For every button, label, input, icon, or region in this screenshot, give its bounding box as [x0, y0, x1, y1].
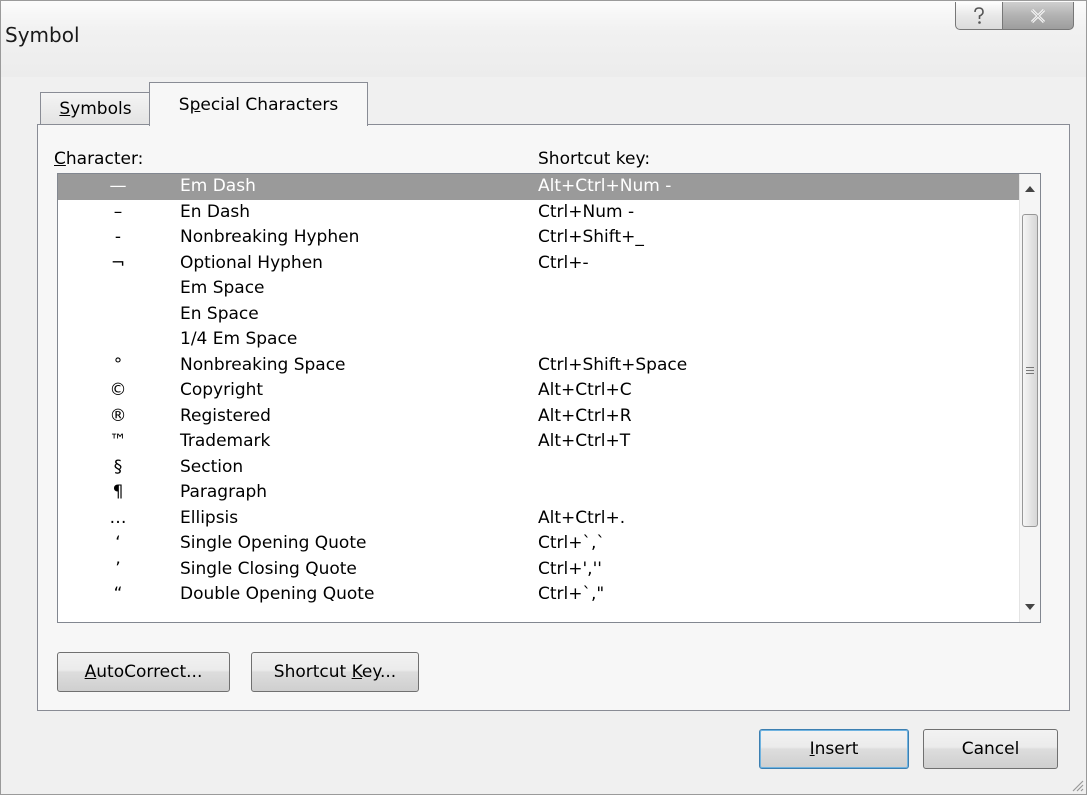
character-column-header: Character:	[54, 149, 144, 169]
name-cell: Registered	[180, 405, 271, 426]
name-cell: En Dash	[180, 201, 251, 222]
character-cell: °	[113, 354, 123, 375]
tab-symbols[interactable]: Symbols	[40, 92, 150, 125]
shortcut-cell: Alt+Ctrl+T	[538, 431, 631, 451]
title-bar[interactable]: Symbol	[1, 1, 1086, 77]
tab-special-characters-label: Special Characters	[178, 94, 339, 115]
vertical-scrollbar[interactable]	[1019, 174, 1040, 622]
list-item[interactable]: ’ Single Closing Quote Ctrl+',''	[58, 557, 1020, 583]
name-cell: Nonbreaking Hyphen	[180, 227, 360, 247]
list-item[interactable]: ® Registered Alt+Ctrl+R	[58, 404, 1020, 430]
scroll-thumb[interactable]	[1022, 214, 1038, 527]
name-cell: Optional Hyphen	[180, 252, 323, 273]
close-button[interactable]	[1002, 2, 1074, 30]
name-cell: En Space	[180, 303, 259, 324]
insert-button-label: Insert	[809, 739, 859, 759]
shortcut-key-button[interactable]: Shortcut Key...	[251, 652, 419, 692]
character-cell: ™	[109, 431, 127, 451]
character-cell: ‘	[115, 533, 121, 553]
name-cell: Copyright	[180, 380, 264, 400]
window-title: Symbol	[5, 23, 80, 47]
list-item[interactable]: § Section	[58, 455, 1020, 481]
shortcut-cell: Alt+Ctrl+R	[538, 405, 632, 426]
character-cell: “	[113, 584, 123, 604]
help-button[interactable]	[955, 2, 1003, 30]
list-rows: — Em Dash Alt+Ctrl+Num - – En Dash Ctrl+Num -…	[58, 174, 1020, 608]
tab-symbols-label: Symbols	[59, 99, 132, 119]
shortcut-cell: Alt+Ctrl+.	[538, 507, 626, 528]
chevron-up-icon	[1025, 186, 1035, 192]
scroll-up-arrow[interactable]	[1020, 178, 1040, 200]
insert-button[interactable]: Insert	[759, 729, 909, 769]
special-characters-list[interactable]: — Em Dash Alt+Ctrl+Num - – En Dash Ctrl+Num -…	[57, 173, 1041, 623]
character-cell: ¶	[112, 482, 124, 502]
shortcut-cell: Alt+Ctrl+C	[538, 380, 632, 400]
name-cell: Single Closing Quote	[180, 558, 357, 579]
name-cell: Double Opening Quote	[180, 584, 375, 604]
shortcut-column-header: Shortcut key:	[538, 149, 651, 169]
shortcut-cell: Ctrl+Num -	[538, 201, 635, 222]
list-item[interactable]: - Nonbreaking Hyphen Ctrl+Shift+_	[58, 225, 1020, 251]
list-item[interactable]: – En Dash Ctrl+Num -	[58, 200, 1020, 226]
chevron-down-icon	[1025, 604, 1035, 610]
character-cell: ®	[109, 405, 127, 426]
shortcut-cell: Ctrl+`,"	[538, 584, 605, 604]
shortcut-cell: Alt+Ctrl+Num -	[538, 176, 672, 196]
shortcut-cell: Ctrl+`,`	[538, 533, 605, 553]
grip-icon	[1026, 367, 1034, 374]
autocorrect-button[interactable]: AutoCorrect...	[57, 652, 230, 692]
character-cell: ©	[109, 380, 127, 400]
name-cell: Paragraph	[180, 482, 268, 502]
list-item[interactable]: — Em Dash Alt+Ctrl+Num -	[58, 174, 1020, 200]
character-cell: -	[114, 227, 122, 247]
name-cell: Trademark	[180, 431, 271, 451]
shortcut-cell: Ctrl+Shift+_	[538, 227, 644, 247]
character-cell: …	[109, 507, 127, 528]
symbol-dialog: Symbol Symbols Special Characters Charac…	[0, 0, 1087, 795]
list-item[interactable]: ° Nonbreaking Space Ctrl+Shift+Space	[58, 353, 1020, 379]
name-cell: Single Opening Quote	[180, 533, 367, 553]
name-cell: Em Space	[180, 278, 265, 298]
resize-grip-icon[interactable]	[1070, 778, 1084, 792]
character-cell: —	[109, 176, 127, 196]
list-item[interactable]: Em Space	[58, 276, 1020, 302]
cancel-button-label: Cancel	[961, 739, 1020, 759]
autocorrect-button-label: AutoCorrect...	[84, 662, 203, 682]
list-item[interactable]: ¶ Paragraph	[58, 480, 1020, 506]
close-icon	[1030, 8, 1046, 23]
list-item[interactable]: © Copyright Alt+Ctrl+C	[58, 378, 1020, 404]
character-cell: ’	[115, 558, 121, 579]
list-item[interactable]: 1/4 Em Space	[58, 327, 1020, 353]
name-cell: 1/4 Em Space	[180, 329, 298, 349]
list-item[interactable]: … Ellipsis Alt+Ctrl+.	[58, 506, 1020, 532]
name-cell: Em Dash	[180, 176, 256, 196]
character-cell: –	[113, 201, 123, 222]
name-cell: Ellipsis	[180, 507, 239, 528]
scroll-down-arrow[interactable]	[1020, 596, 1040, 618]
list-item[interactable]: ‘ Single Opening Quote Ctrl+`,`	[58, 531, 1020, 557]
shortcut-key-button-label: Shortcut Key...	[273, 662, 397, 682]
list-item[interactable]: En Space	[58, 302, 1020, 328]
cancel-button[interactable]: Cancel	[923, 729, 1058, 769]
character-cell: ¬	[110, 252, 126, 273]
shortcut-cell: Ctrl+',''	[538, 558, 602, 579]
help-icon	[974, 6, 984, 24]
tab-special-characters[interactable]: Special Characters	[149, 82, 368, 126]
name-cell: Nonbreaking Space	[180, 354, 346, 375]
list-item[interactable]: ¬ Optional Hyphen Ctrl+-	[58, 251, 1020, 277]
shortcut-cell: Ctrl+-	[538, 252, 589, 273]
list-item[interactable]: ™ Trademark Alt+Ctrl+T	[58, 429, 1020, 455]
character-cell: §	[113, 456, 123, 477]
list-item[interactable]: “ Double Opening Quote Ctrl+`,"	[58, 582, 1020, 608]
shortcut-cell: Ctrl+Shift+Space	[538, 354, 688, 375]
name-cell: Section	[180, 456, 244, 477]
